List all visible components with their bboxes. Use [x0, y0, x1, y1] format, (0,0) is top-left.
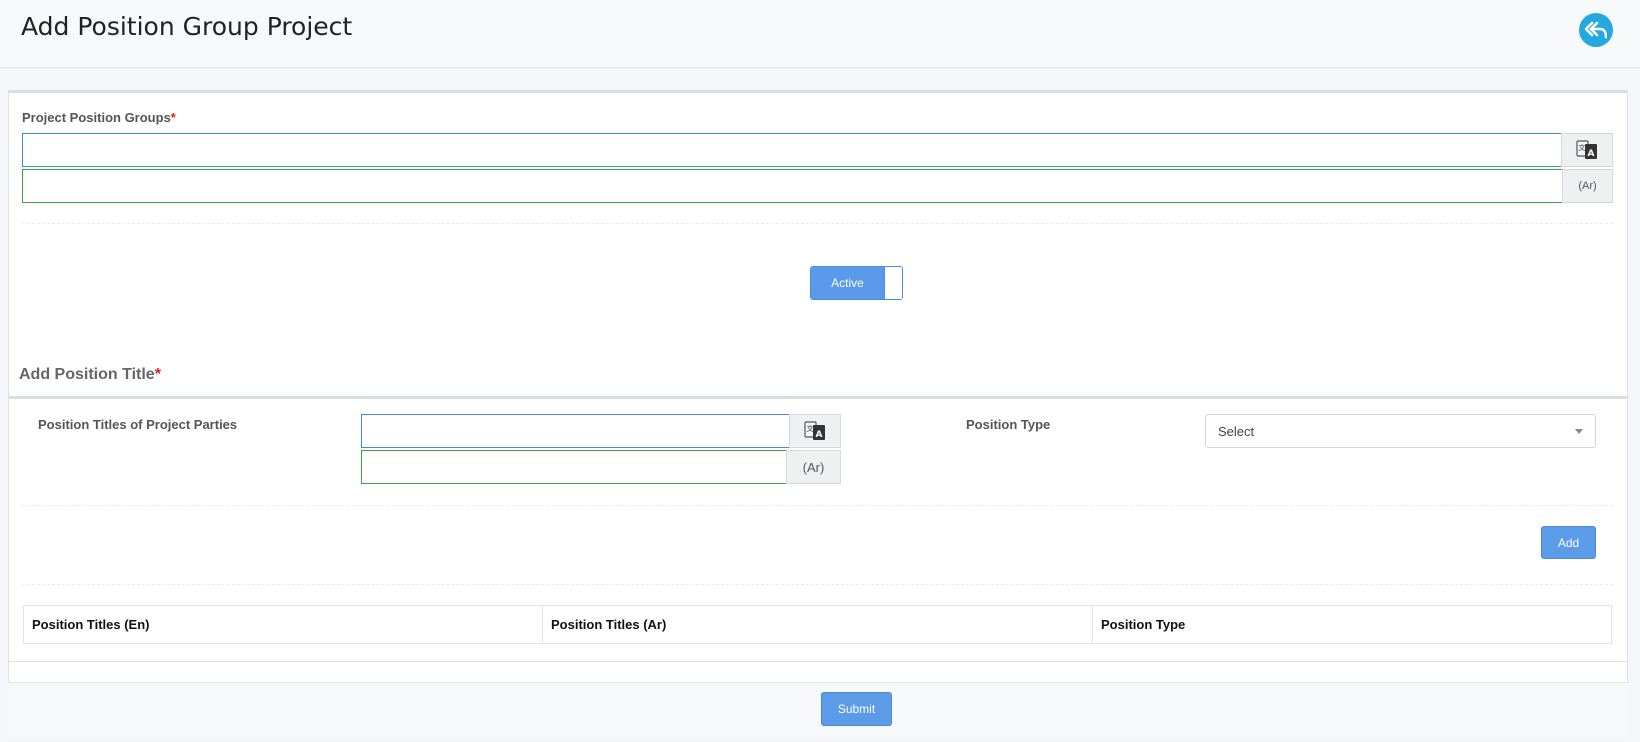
- divider: [22, 505, 1613, 506]
- position-group-ar-input[interactable]: [22, 169, 1563, 203]
- divider: [22, 223, 1613, 224]
- reply-all-icon: [1585, 21, 1607, 39]
- required-mark: *: [154, 366, 161, 383]
- form-footer: [8, 682, 1628, 738]
- position-type-select[interactable]: Select: [1205, 414, 1596, 448]
- active-toggle[interactable]: Active: [810, 266, 903, 300]
- table-header-row: Position Titles (En) Position Titles (Ar…: [23, 605, 1612, 644]
- add-button[interactable]: Add: [1541, 526, 1596, 559]
- position-title-ar-input[interactable]: [361, 450, 787, 484]
- submit-button[interactable]: Submit: [821, 692, 892, 726]
- svg-text:A: A: [1588, 149, 1595, 159]
- back-button[interactable]: [1579, 13, 1613, 47]
- chevron-down-icon: [1575, 428, 1583, 434]
- page-title: Add Position Group Project: [21, 12, 353, 41]
- column-header-position-type: Position Type: [1092, 605, 1612, 644]
- select-value: Select: [1218, 423, 1255, 439]
- column-header-titles-en: Position Titles (En): [23, 605, 543, 644]
- translate-addon[interactable]: A 文: [1561, 133, 1613, 167]
- add-position-title-heading: Add Position Title*: [19, 366, 161, 383]
- toggle-knob: [884, 267, 902, 299]
- page-header: Add Position Group Project: [0, 0, 1640, 68]
- ar-addon: (Ar): [1562, 169, 1613, 203]
- toggle-label: Active: [811, 267, 884, 299]
- position-titles-table: Position Titles (En) Position Titles (Ar…: [23, 605, 1612, 644]
- translate-addon[interactable]: A 文: [789, 414, 841, 448]
- divider: [22, 584, 1613, 585]
- position-title-en-input[interactable]: [361, 414, 790, 448]
- ar-addon: (Ar): [786, 450, 841, 484]
- project-position-groups-label: Project Position Groups*: [22, 110, 176, 125]
- position-titles-label: Position Titles of Project Parties: [38, 417, 238, 432]
- position-group-en-input[interactable]: [22, 133, 1562, 167]
- column-header-titles-ar: Position Titles (Ar): [542, 605, 1093, 644]
- required-mark: *: [170, 110, 176, 125]
- position-type-label: Position Type: [966, 417, 1051, 432]
- svg-text:A: A: [816, 430, 823, 440]
- translate-icon: A 文: [804, 421, 825, 440]
- svg-text:文: 文: [807, 424, 814, 433]
- translate-icon: A 文: [1576, 140, 1597, 159]
- svg-text:文: 文: [1579, 143, 1586, 152]
